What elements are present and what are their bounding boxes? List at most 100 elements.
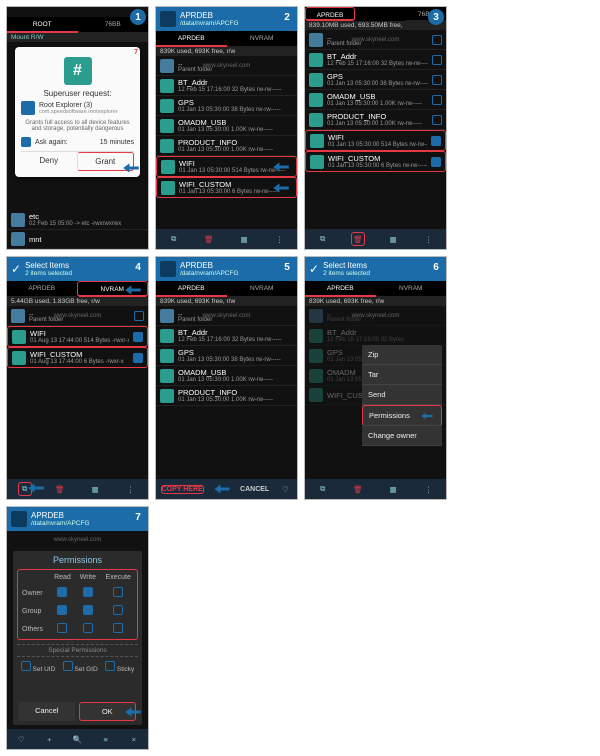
file-row[interactable]: OMADM_USB 01 Jan 13 05:30:00 1.00K rw-rw… (156, 366, 297, 386)
sort-icon[interactable]: ≡ (99, 732, 113, 746)
tab-aprdeb[interactable]: APRDEB (7, 281, 77, 297)
select-checkbox[interactable] (432, 55, 442, 65)
cancel-button[interactable]: CANCEL (240, 486, 269, 493)
more-icon[interactable]: ⋮ (272, 232, 286, 246)
favorite-icon[interactable]: ♡ (14, 732, 28, 746)
folder-icon (309, 33, 323, 47)
select-checkbox[interactable] (432, 75, 442, 85)
file-row[interactable]: WIFI 01 Jan 13 05:30:00 514 Bytes rw-rw-… (156, 156, 297, 177)
file-row[interactable]: GPS 01 Jan 13 05:30:00 38 Bytes rw-rw---… (156, 96, 297, 116)
menu-item-change-owner[interactable]: Change owner (362, 426, 442, 446)
app-title: APRDEB (31, 512, 90, 520)
select-checkbox[interactable] (432, 115, 442, 125)
file-row[interactable]: WIFI_CUSTOM 01 Jan 13 05:30:00 6 Bytes r… (305, 151, 446, 172)
copy-icon[interactable]: ⧉ (167, 232, 181, 246)
file-row[interactable]: PRODUCT_INFO 01 Jan 13 05:30:00 1.00K rw… (156, 136, 297, 156)
tab-aprdeb[interactable]: APRDEB (156, 281, 227, 297)
add-icon[interactable]: + (42, 732, 56, 746)
file-row[interactable]: .. Parent folder (305, 306, 446, 326)
copy-here-button[interactable]: COPY HERE (161, 485, 204, 494)
file-row[interactable]: BT_Addr 12 Feb 15 17:16:00 32 Bytes rw-r… (156, 326, 297, 346)
more-icon[interactable]: ⋮ (421, 232, 435, 246)
more-icon[interactable]: ⋮ (123, 482, 137, 496)
perm-write-checkbox[interactable] (83, 587, 93, 597)
file-row[interactable]: GPS 01 Jan 13 05:30:00 38 Bytes rw-rw---… (305, 70, 446, 90)
ask-again-value[interactable]: 15 minutes (100, 139, 134, 146)
file-row[interactable]: BT_Addr 12 Feb 15 17:16:00 32 Bytes rw-r… (156, 76, 297, 96)
storage-stat: 839K used, 693K free, r/w (156, 47, 297, 56)
file-row[interactable]: .. Parent folder (156, 56, 297, 76)
ask-again-checkbox[interactable] (21, 137, 31, 147)
tab-aprdeb[interactable]: APRDEB (305, 281, 376, 297)
delete-icon[interactable]: 🗑 (202, 232, 216, 246)
deny-button[interactable]: Deny (21, 152, 77, 171)
file-name: .. (327, 32, 428, 41)
file-list: .. Parent folder WIFI 01 Aug 13 17:44:00… (7, 306, 148, 368)
delete-icon[interactable]: 🗑 (351, 232, 365, 246)
sticky-checkbox[interactable] (105, 661, 115, 671)
perm-execute-checkbox[interactable] (113, 623, 123, 633)
file-row[interactable]: PRODUCT_INFO 01 Jan 13 05:30:00 1.00K rw… (305, 110, 446, 130)
copy-icon[interactable]: ⧉ (316, 232, 330, 246)
search-icon[interactable]: 🔍 (70, 732, 84, 746)
setuid-label: Set UID (33, 666, 56, 673)
select-checkbox[interactable] (431, 157, 441, 167)
perm-cancel-button[interactable]: Cancel (19, 702, 75, 721)
file-row[interactable]: .. Parent folder (7, 306, 148, 326)
menu-item-send[interactable]: Send (362, 385, 442, 405)
col-read: Read (51, 572, 75, 583)
perm-read-checkbox[interactable] (57, 623, 67, 633)
favorite-icon[interactable]: ♡ (278, 482, 292, 496)
file-row[interactable]: OMADM_USB 01 Jan 13 05:30:00 1.00K rw-rw… (156, 116, 297, 136)
perm-execute-checkbox[interactable] (113, 587, 123, 597)
file-row[interactable]: WIFI 01 Aug 13 17:44:00 514 Bytes -rwxr-… (7, 326, 148, 347)
done-icon[interactable]: ✓ (309, 262, 319, 276)
perm-write-checkbox[interactable] (83, 605, 93, 615)
file-row[interactable]: WIFI_CUSTOM 01 Aug 13 17:44:00 6 Bytes -… (7, 347, 148, 368)
tab-root[interactable]: ROOT (7, 17, 78, 33)
perm-execute-checkbox[interactable] (113, 605, 123, 615)
delete-icon[interactable]: 🗑 (53, 482, 67, 496)
more-icon[interactable]: ⋮ (421, 482, 435, 496)
tab-nvram[interactable]: NVRAM (227, 31, 298, 47)
select-checkbox[interactable] (431, 136, 441, 146)
copy-icon[interactable]: ⧉ (316, 482, 330, 496)
perm-read-checkbox[interactable] (57, 587, 67, 597)
file-row[interactable]: OMADM_USB 01 Jan 13 05:30:00 1.00K rw-rw… (305, 90, 446, 110)
file-row[interactable]: .. Parent folder (156, 306, 297, 326)
mount-toggle[interactable]: Mount R/W (7, 33, 148, 42)
grid-icon[interactable]: ▦ (386, 482, 400, 496)
file-row[interactable]: WIFI_CUSTOM 01 Jan 13 05:30:00 6 Bytes r… (156, 177, 297, 198)
menu-item-tar[interactable]: Tar (362, 365, 442, 385)
perm-write-checkbox[interactable] (83, 623, 93, 633)
menu-item-permissions[interactable]: Permissions (362, 405, 442, 426)
file-row[interactable]: BT_Addr 12 Feb 15 17:16:00 32 Bytes (305, 326, 446, 346)
file-row[interactable]: PRODUCT_INFO 01 Jan 13 05:30:00 1.00K rw… (156, 386, 297, 406)
tab-aprdeb[interactable]: APRDEB (156, 31, 227, 47)
perm-read-checkbox[interactable] (57, 605, 67, 615)
file-row[interactable]: GPS 01 Jan 13 05:30:00 38 Bytes rw-rw---… (156, 346, 297, 366)
select-checkbox[interactable] (432, 95, 442, 105)
perm-row-label: Owner (20, 585, 49, 601)
select-checkbox[interactable] (133, 332, 143, 342)
select-checkbox[interactable] (133, 353, 143, 363)
grid-icon[interactable]: ▦ (88, 482, 102, 496)
close-icon[interactable]: × (127, 732, 141, 746)
grid-icon[interactable]: ▦ (237, 232, 251, 246)
setuid-checkbox[interactable] (21, 661, 31, 671)
delete-icon[interactable]: 🗑 (351, 482, 365, 496)
tab-aprdeb[interactable]: APRDEB (305, 7, 355, 21)
file-row[interactable]: .. Parent folder (305, 30, 446, 50)
select-checkbox[interactable] (134, 311, 144, 321)
select-checkbox[interactable] (432, 35, 442, 45)
menu-item-zip[interactable]: Zip (362, 345, 442, 365)
file-icon (12, 330, 26, 344)
file-row[interactable]: BT_Addr 12 Feb 15 17:16:00 32 Bytes rw-r… (305, 50, 446, 70)
tab-nvram[interactable]: NVRAM (376, 281, 447, 297)
grid-icon[interactable]: ▦ (386, 232, 400, 246)
panel-step-3: 3 APRDEB76BB 839.10MB used, 693.50MB fre… (304, 6, 447, 250)
file-row[interactable]: WIFI 01 Jan 13 05:30:00 514 Bytes rw-rw-… (305, 130, 446, 151)
tab-nvram[interactable]: NVRAM (227, 281, 298, 297)
done-icon[interactable]: ✓ (11, 262, 21, 276)
setgid-checkbox[interactable] (63, 661, 73, 671)
